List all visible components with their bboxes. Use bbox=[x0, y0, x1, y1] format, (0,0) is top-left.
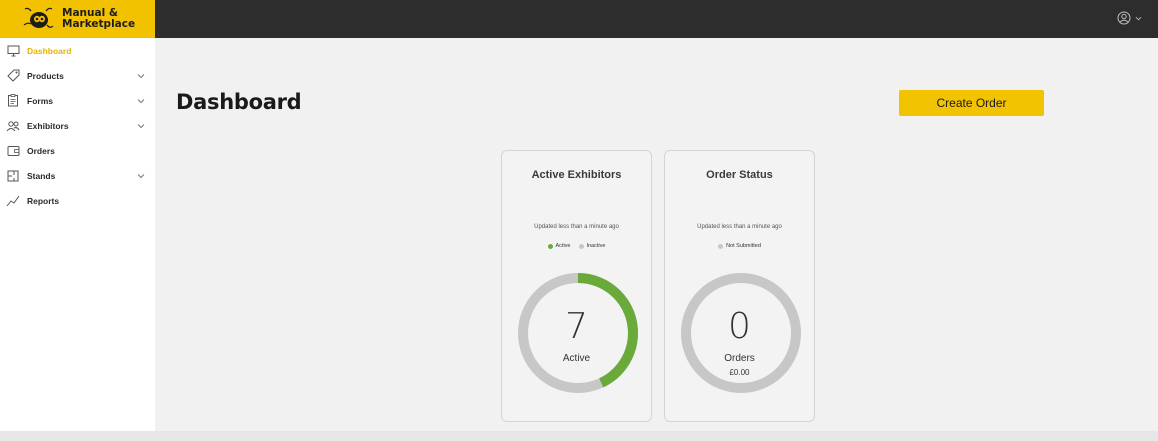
chevron-down-icon[interactable] bbox=[137, 172, 145, 180]
card-title: Order Status bbox=[706, 169, 773, 181]
legend-dot bbox=[718, 243, 724, 249]
sidebar-item-reports[interactable]: Reports bbox=[0, 188, 155, 213]
bee-logo-icon bbox=[23, 7, 54, 28]
legend-label: Inactive bbox=[586, 243, 606, 249]
chevron-down-icon[interactable] bbox=[137, 72, 145, 80]
card-title: Active Exhibitors bbox=[531, 169, 622, 181]
user-circle-icon bbox=[1117, 11, 1131, 25]
chevron-down-icon bbox=[1135, 16, 1142, 20]
sidebar-item-dashboard[interactable]: Dashboard bbox=[0, 38, 155, 63]
line-chart-icon bbox=[6, 194, 20, 208]
sidebar-item-orders[interactable]: Orders bbox=[0, 138, 155, 163]
sidebar-item-products[interactable]: Products bbox=[0, 63, 155, 88]
sidebar-item-label: Products bbox=[27, 70, 64, 81]
legend-item-not-submitted: Not Submitted bbox=[718, 243, 761, 249]
legend-dot bbox=[578, 243, 584, 249]
sidebar: Dashboard Products Forms Exhibitors Orde… bbox=[0, 38, 155, 431]
sidebar-item-forms[interactable]: Forms bbox=[0, 88, 155, 113]
donut-value: 7 bbox=[565, 306, 588, 347]
clipboard-icon bbox=[6, 94, 20, 108]
tag-icon bbox=[6, 69, 20, 83]
create-order-button[interactable]: Create Order bbox=[899, 90, 1044, 116]
sidebar-item-label: Orders bbox=[27, 145, 55, 156]
legend-label: Not Submitted bbox=[726, 243, 761, 249]
order-status-card[interactable]: Order Status Updated less than a minute … bbox=[664, 150, 815, 422]
chevron-down-icon[interactable] bbox=[137, 122, 145, 130]
legend-label: Active bbox=[555, 243, 571, 249]
users-icon bbox=[6, 119, 20, 133]
top-bar bbox=[155, 0, 1158, 38]
legend-item-active: Active bbox=[547, 243, 571, 249]
sidebar-item-exhibitors[interactable]: Exhibitors bbox=[0, 113, 155, 138]
donut-label: Active bbox=[562, 353, 591, 364]
card-updated-text: Updated less than a minute ago bbox=[534, 224, 619, 230]
donut-sub-label: £0.00 bbox=[729, 368, 750, 377]
sidebar-item-label: Stands bbox=[27, 170, 56, 181]
legend-item-inactive: Inactive bbox=[578, 243, 606, 249]
active-exhibitors-card[interactable]: Active Exhibitors Updated less than a mi… bbox=[501, 150, 652, 422]
brand-logo[interactable]: Manual & Marketplace bbox=[0, 0, 155, 38]
sidebar-item-label: Dashboard bbox=[27, 45, 72, 56]
sidebar-item-label: Reports bbox=[27, 195, 60, 206]
sidebar-item-stands[interactable]: Stands bbox=[0, 163, 155, 188]
legend-dot bbox=[547, 243, 553, 249]
sidebar-item-label: Exhibitors bbox=[27, 120, 69, 131]
donut-value: 0 bbox=[728, 306, 751, 347]
card-legend: Active Inactive bbox=[502, 243, 651, 249]
card-legend: Not Submitted bbox=[665, 243, 814, 249]
donut-label: Orders bbox=[724, 353, 755, 364]
sidebar-item-label: Forms bbox=[27, 95, 53, 106]
chevron-down-icon[interactable] bbox=[137, 97, 145, 105]
brand-name-line2: Marketplace bbox=[62, 18, 136, 30]
monitor-icon bbox=[6, 44, 20, 58]
page-title: Dashboard bbox=[176, 90, 302, 114]
wallet-icon bbox=[6, 144, 20, 158]
floorplan-icon bbox=[6, 169, 20, 183]
user-menu[interactable] bbox=[1117, 11, 1142, 25]
footer-strip bbox=[0, 431, 1158, 441]
brand-name: Manual & Marketplace bbox=[62, 8, 135, 30]
card-updated-text: Updated less than a minute ago bbox=[697, 224, 782, 230]
